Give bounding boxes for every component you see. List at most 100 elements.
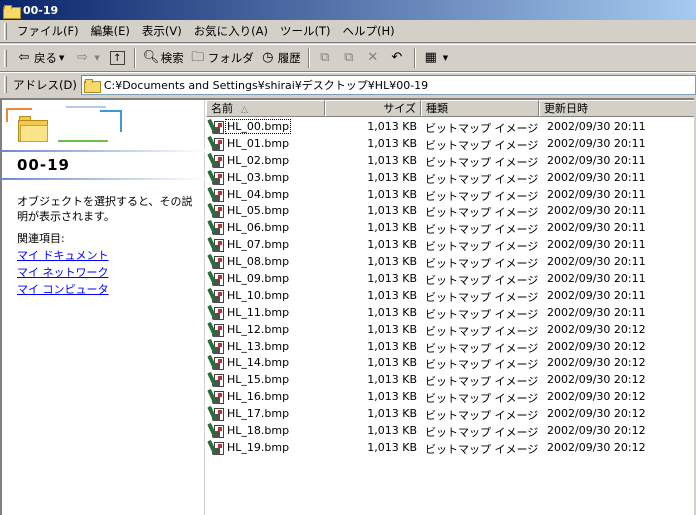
related-label: 関連項目: bbox=[17, 232, 65, 245]
column-header-name[interactable]: 名前 △ bbox=[206, 100, 325, 117]
link-my-documents[interactable]: マイ ドキュメント bbox=[17, 247, 109, 263]
file-row[interactable]: HL_09.bmp 1,013 KB ビットマップ イメージ 2002/09/30 2… bbox=[206, 270, 696, 288]
search-button[interactable]: 🔍︎ 検索 bbox=[140, 47, 187, 69]
folders-button[interactable]: 🗀 フォルダ bbox=[187, 47, 257, 69]
folders-icon: 🗀 bbox=[191, 50, 205, 65]
file-row[interactable]: HL_13.bmp 1,013 KB ビットマップ イメージ 2002/09/30 2… bbox=[206, 338, 696, 356]
file-name: HL_12.bmp bbox=[227, 322, 290, 336]
bitmap-file-icon bbox=[207, 372, 225, 388]
file-row[interactable]: HL_10.bmp 1,013 KB ビットマップ イメージ 2002/09/30 2… bbox=[206, 287, 696, 305]
file-name: HL_16.bmp bbox=[227, 390, 290, 404]
search-label: 検索 bbox=[160, 51, 184, 65]
file-row[interactable]: HL_12.bmp 1,013 KB ビットマップ イメージ 2002/09/30 2… bbox=[206, 321, 696, 339]
file-row[interactable]: HL_15.bmp 1,013 KB ビットマップ イメージ 2002/09/30 2… bbox=[206, 372, 696, 389]
file-date: 2002/09/30 20:11 bbox=[547, 272, 646, 286]
bitmap-file-icon bbox=[207, 439, 225, 456]
bitmap-file-icon bbox=[207, 321, 225, 338]
file-date: 2002/09/30 20:11 bbox=[547, 170, 646, 184]
file-name: HL_10.bmp bbox=[227, 288, 290, 302]
file-date: 2002/09/30 20:12 bbox=[547, 322, 646, 336]
menu-file[interactable]: ファイル(F) bbox=[13, 23, 87, 39]
file-row[interactable]: HL_00.bmp 1,013 KB ビットマップ イメージ 2002/09/30 2… bbox=[206, 118, 696, 136]
history-button[interactable]: ◷ 履歴 bbox=[257, 47, 304, 69]
bitmap-file-icon bbox=[207, 118, 225, 135]
back-dropdown-icon[interactable]: ▼ bbox=[59, 54, 64, 62]
file-row[interactable]: HL_02.bmp 1,013 KB ビットマップ イメージ 2002/09/30 2… bbox=[206, 152, 696, 170]
file-size: 1,013 KB bbox=[367, 390, 417, 404]
file-row[interactable]: HL_04.bmp 1,013 KB ビットマップ イメージ 2002/09/30 2… bbox=[206, 186, 696, 204]
file-row[interactable]: HL_11.bmp 1,013 KB ビットマップ イメージ 2002/09/30 2… bbox=[206, 304, 696, 322]
file-size: 1,013 KB bbox=[367, 255, 417, 269]
file-type: ビットマップ イメージ bbox=[425, 223, 539, 237]
file-type: ビットマップ イメージ bbox=[425, 392, 539, 406]
address-input[interactable]: C:¥Documents and Settings¥shirai¥デスクトップ¥… bbox=[80, 74, 696, 95]
delete-button[interactable]: ✕ bbox=[362, 47, 386, 69]
menu-edit[interactable]: 編集(E) bbox=[87, 23, 138, 39]
file-row[interactable]: HL_18.bmp 1,013 KB ビットマップ イメージ 2002/09/30 2… bbox=[206, 422, 696, 440]
file-name: HL_03.bmp bbox=[227, 170, 290, 184]
file-size: 1,013 KB bbox=[367, 288, 417, 302]
folder-icon bbox=[83, 78, 101, 93]
file-date: 2002/09/30 20:11 bbox=[547, 305, 646, 319]
file-name: HL_09.bmp bbox=[227, 272, 290, 286]
file-type: ビットマップ イメージ bbox=[425, 442, 539, 456]
file-type: ビットマップ イメージ bbox=[425, 290, 539, 304]
pane-folder-title: 00-19 bbox=[17, 156, 70, 174]
file-size: 1,013 KB bbox=[367, 136, 417, 150]
file-size: 1,013 KB bbox=[367, 238, 417, 252]
file-name: HL_07.bmp bbox=[227, 238, 290, 252]
column-header-date[interactable]: 更新日時 bbox=[539, 100, 696, 117]
file-row[interactable]: HL_07.bmp 1,013 KB ビットマップ イメージ 2002/09/30 2… bbox=[206, 237, 696, 254]
file-row[interactable]: HL_19.bmp 1,013 KB ビットマップ イメージ 2002/09/30 2… bbox=[206, 439, 696, 457]
file-row[interactable]: HL_01.bmp 1,013 KB ビットマップ イメージ 2002/09/30 2… bbox=[206, 135, 696, 153]
undo-button[interactable]: ↶ bbox=[386, 47, 410, 69]
views-button[interactable]: ▦ ▼ bbox=[420, 47, 455, 69]
file-name: HL_19.bmp bbox=[227, 440, 290, 454]
file-name: HL_17.bmp bbox=[227, 407, 290, 421]
file-date: 2002/09/30 20:12 bbox=[547, 390, 646, 404]
address-bar: アドレス(D) C:¥Documents and Settings¥shirai… bbox=[0, 72, 696, 96]
file-row[interactable]: HL_08.bmp 1,013 KB ビットマップ イメージ 2002/09/30 2… bbox=[206, 253, 696, 271]
forward-button[interactable]: ⇨ ▼ bbox=[71, 47, 106, 69]
history-icon: ◷ bbox=[262, 50, 274, 65]
up-folder-button[interactable]: ↑ bbox=[107, 47, 130, 69]
file-row[interactable]: HL_03.bmp 1,013 KB ビットマップ イメージ 2002/09/30 2… bbox=[206, 169, 696, 187]
column-header-size[interactable]: サイズ bbox=[325, 100, 421, 117]
column-header-name-label: 名前 bbox=[211, 102, 233, 115]
address-label: アドレス(D) bbox=[13, 77, 77, 92]
file-size: 1,013 KB bbox=[367, 170, 417, 184]
back-button[interactable]: ⇦ 戻る ▼ bbox=[13, 47, 71, 69]
file-row[interactable]: HL_05.bmp 1,013 KB ビットマップ イメージ 2002/09/30 2… bbox=[206, 203, 696, 220]
file-date: 2002/09/30 20:12 bbox=[547, 407, 646, 421]
banner-decoration bbox=[66, 106, 106, 108]
move-to-button[interactable]: ⧉ bbox=[314, 47, 338, 69]
file-type: ビットマップ イメージ bbox=[425, 375, 539, 389]
pane-banner bbox=[2, 100, 205, 148]
copy-to-button[interactable]: ⧉ bbox=[338, 47, 362, 69]
file-date: 2002/09/30 20:11 bbox=[547, 288, 646, 302]
link-my-network[interactable]: マイ ネットワーク bbox=[17, 264, 109, 280]
forward-dropdown-icon[interactable]: ▼ bbox=[94, 54, 99, 62]
file-date: 2002/09/30 20:11 bbox=[547, 238, 646, 252]
bitmap-file-icon bbox=[207, 253, 225, 270]
menu-tools[interactable]: ツール(T) bbox=[276, 23, 339, 39]
column-header-type[interactable]: 種類 bbox=[421, 100, 539, 117]
file-size: 1,013 KB bbox=[367, 407, 417, 421]
sort-ascending-icon: △ bbox=[241, 105, 248, 115]
views-dropdown-icon[interactable]: ▼ bbox=[443, 54, 448, 62]
file-row[interactable]: HL_06.bmp 1,013 KB ビットマップ イメージ 2002/09/30 2… bbox=[206, 220, 696, 237]
link-my-computer[interactable]: マイ コンピュータ bbox=[17, 281, 109, 297]
file-name: HL_11.bmp bbox=[227, 305, 290, 319]
search-icon: 🔍︎ bbox=[142, 50, 160, 65]
views-icon: ▦ bbox=[424, 50, 437, 65]
file-row[interactable]: HL_14.bmp 1,013 KB ビットマップ イメージ 2002/09/30 2… bbox=[206, 355, 696, 372]
file-type: ビットマップ イメージ bbox=[425, 189, 539, 203]
file-row[interactable]: HL_16.bmp 1,013 KB ビットマップ イメージ 2002/09/30 2… bbox=[206, 389, 696, 406]
file-size: 1,013 KB bbox=[367, 153, 417, 167]
menu-help[interactable]: ヘルプ(H) bbox=[339, 23, 403, 39]
menu-view[interactable]: 表示(V) bbox=[138, 23, 190, 39]
file-row[interactable]: HL_17.bmp 1,013 KB ビットマップ イメージ 2002/09/30 2… bbox=[206, 405, 696, 423]
file-type: ビットマップ イメージ bbox=[425, 172, 539, 186]
menu-favorites[interactable]: お気に入り(A) bbox=[190, 23, 276, 39]
back-label: 戻る bbox=[34, 51, 57, 65]
